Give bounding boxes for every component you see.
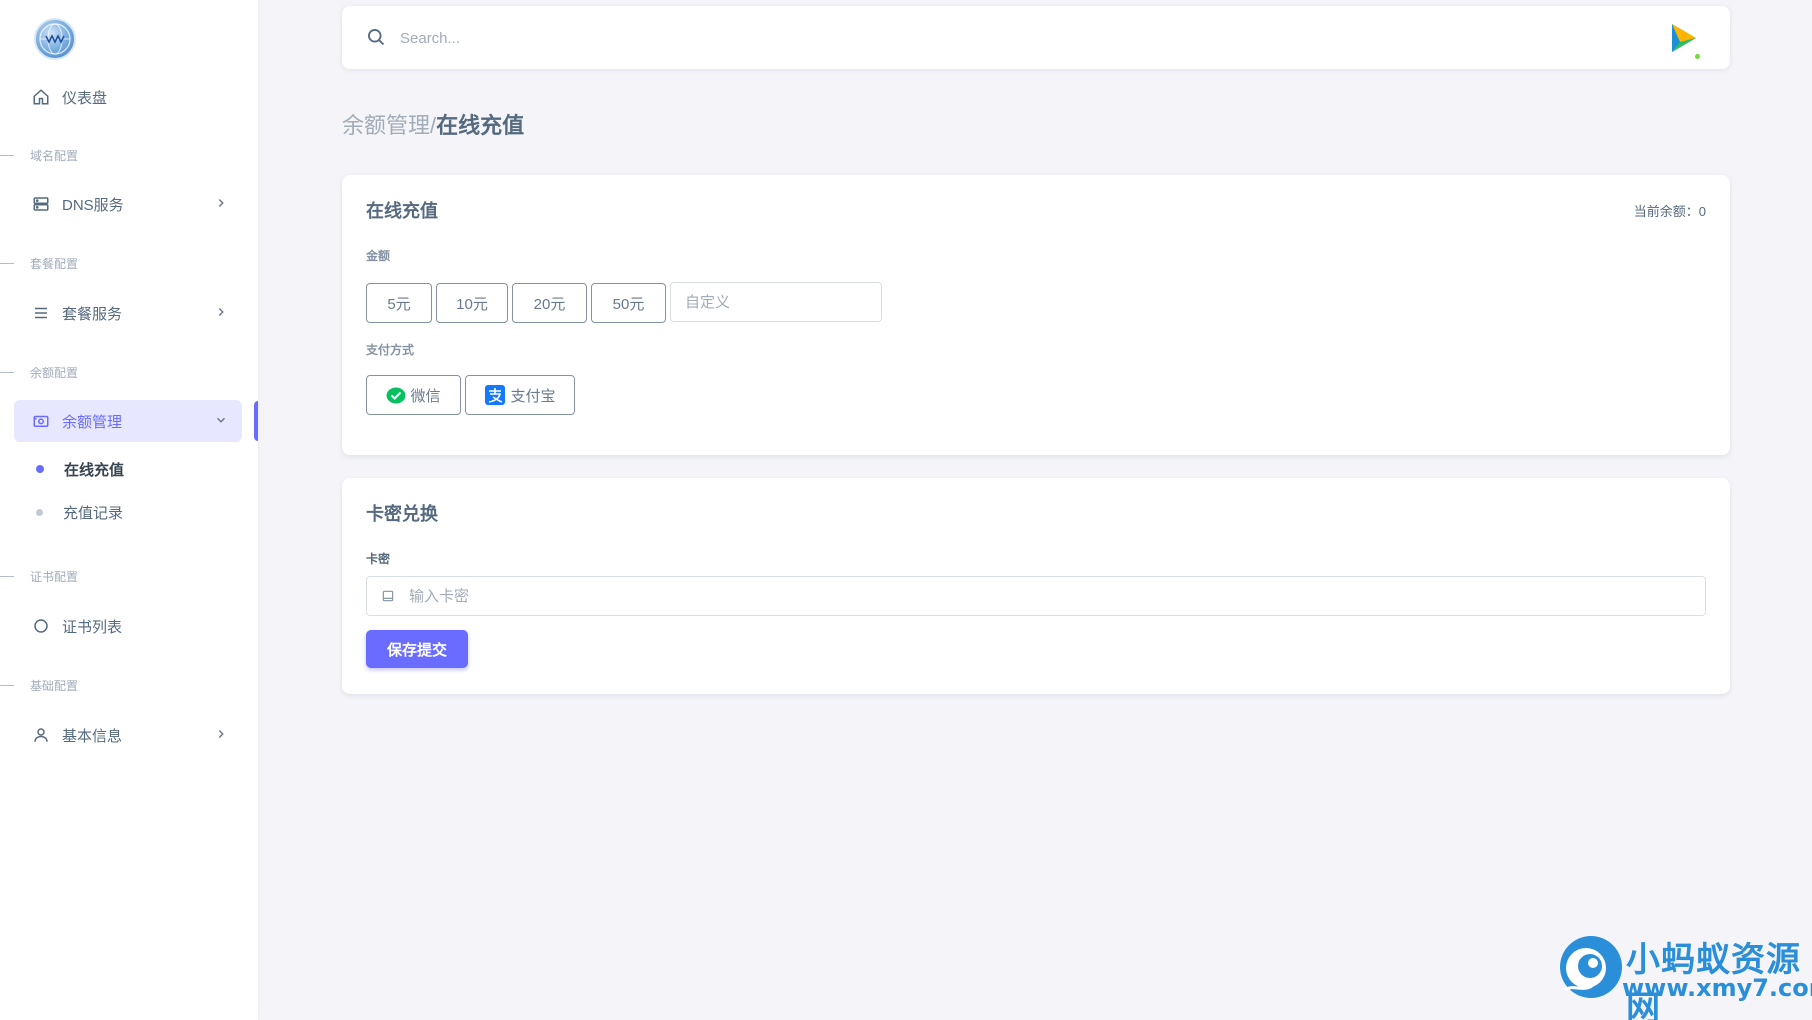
card-key-input[interactable]: [409, 583, 1689, 609]
amount-label: 金额: [366, 249, 391, 263]
chevron-right-icon: [218, 307, 224, 317]
breadcrumb: 余额管理/ 在线充值: [342, 108, 524, 140]
circle-icon: [30, 615, 52, 637]
sidebar-item-label: 仪表盘: [62, 89, 108, 107]
current-balance: 当前余额：0: [1634, 201, 1706, 220]
server-icon: [30, 193, 52, 215]
amount-50-button[interactable]: 50元: [591, 283, 666, 323]
sidebar-item-label: 基本信息: [62, 727, 123, 745]
alipay-button[interactable]: 支付宝: [465, 375, 575, 415]
sidebar-item-dashboard[interactable]: 仪表盘: [14, 76, 242, 118]
amount-20-button[interactable]: 20元: [512, 283, 587, 323]
search-icon[interactable]: [366, 27, 386, 47]
online-recharge-card: 在线充值 当前余额：0 金额 5元 10元 20元 50元 支付方式 微信 支付…: [342, 175, 1730, 455]
sidebar-subitem-recharge[interactable]: 在线充值: [30, 454, 124, 484]
bullet-icon: [36, 508, 43, 516]
sidebar-item-label: 证书列表: [62, 618, 123, 636]
wechat-pay-button[interactable]: 微信: [366, 375, 461, 415]
sidebar: 仪表盘 域名配置 DNS服务 套餐配置 套餐服务 余额配置 余额管理 在线充值: [0, 0, 258, 1020]
section-header-balance: 余额配置: [0, 364, 78, 380]
chevron-right-icon: [218, 729, 224, 739]
custom-amount-input[interactable]: [670, 282, 882, 322]
active-indicator: [254, 401, 258, 441]
sidebar-item-label: DNS服务: [62, 196, 124, 214]
balance-value: 0: [1698, 204, 1706, 219]
sidebar-item-cert[interactable]: 证书列表: [14, 605, 242, 647]
watermark-logo: [1560, 936, 1622, 998]
sidebar-item-label: 套餐服务: [62, 305, 123, 323]
home-icon: [30, 86, 52, 108]
balance-label: 当前余额：: [1633, 204, 1699, 219]
online-status-dot: [1693, 52, 1702, 61]
section-header-cert: 证书配置: [0, 568, 78, 584]
card-icon: [382, 590, 394, 602]
payment-method-label: 支付方式: [366, 343, 415, 357]
menu-icon: [30, 302, 52, 324]
section-header-domain: 域名配置: [0, 147, 78, 163]
amount-10-button[interactable]: 10元: [436, 283, 508, 323]
card-redeem-card: 卡密兑换 卡密 保存提交: [342, 478, 1730, 694]
section-header-package: 套餐配置: [0, 255, 78, 271]
sidebar-item-label: 余额管理: [62, 413, 123, 431]
amount-5-button[interactable]: 5元: [366, 283, 432, 323]
sidebar-item-dns[interactable]: DNS服务: [14, 183, 242, 225]
card-key-label: 卡密: [366, 552, 391, 566]
sidebar-item-basic[interactable]: 基本信息: [14, 714, 242, 756]
user-icon: [30, 724, 52, 746]
sidebar-item-balance[interactable]: 余额管理: [14, 400, 242, 442]
watermark: 小蚂蚁资源网 www.xmy7.com: [1556, 930, 1812, 1020]
search-input[interactable]: [400, 24, 1300, 52]
wechat-icon: [386, 386, 406, 404]
watermark-url: www.xmy7.com: [1622, 974, 1812, 1002]
page-title: 在线充值: [436, 113, 525, 138]
section-header-basic: 基础配置: [0, 677, 78, 693]
wallet-icon: [30, 410, 52, 432]
breadcrumb-parent[interactable]: 余额管理/: [342, 108, 436, 140]
card-title: 在线充值: [366, 201, 438, 221]
chevron-right-icon: [218, 198, 224, 208]
card-key-field[interactable]: [366, 576, 1706, 616]
save-submit-button[interactable]: 保存提交: [366, 630, 468, 668]
sidebar-subitem-records[interactable]: 充值记录: [30, 497, 123, 527]
chevron-down-icon: [216, 417, 226, 423]
alipay-icon: [484, 384, 506, 406]
globe-icon: [39, 23, 71, 55]
card-title: 卡密兑换: [366, 504, 438, 524]
sidebar-item-package[interactable]: 套餐服务: [14, 292, 242, 334]
bullet-icon: [36, 465, 44, 473]
site-logo[interactable]: [34, 18, 76, 60]
top-search-bar: [342, 6, 1730, 69]
